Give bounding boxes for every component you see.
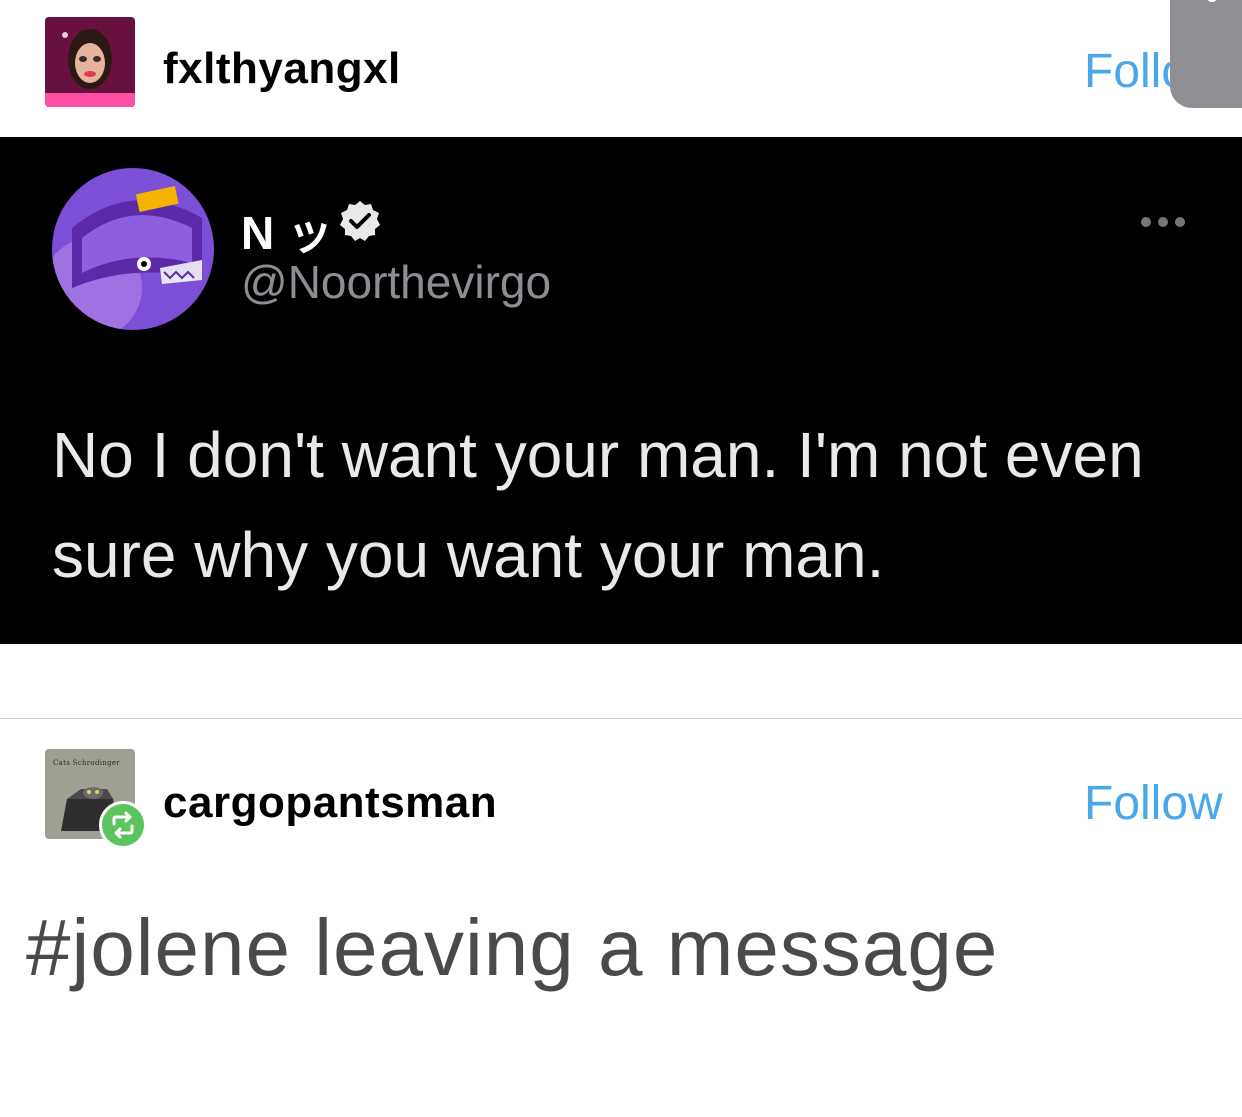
- tweet-image: N ッ @Noorthevirgo No I don't want your m…: [0, 137, 1242, 644]
- overlay-tab[interactable]: [1170, 0, 1242, 108]
- tweet-display-name: N ッ: [241, 207, 333, 259]
- post-username[interactable]: cargopantsman: [163, 778, 497, 828]
- post-header-2: Cats Schrodinger cargopantsman Follow: [0, 732, 1242, 869]
- avatar-caption: Cats Schrodinger: [53, 759, 120, 767]
- more-options-icon: [1141, 217, 1185, 227]
- post-header-1: fxlthyangxl Follo: [0, 0, 1242, 137]
- tweet-avatar: [52, 168, 214, 330]
- user-avatar[interactable]: [45, 17, 135, 107]
- verified-badge-icon: [340, 201, 380, 241]
- overlay-dot-icon: [1206, 0, 1218, 2]
- tweet-handle: @Noorthevirgo: [241, 256, 552, 308]
- post-tags[interactable]: #jolene leaving a message: [26, 902, 998, 994]
- tweet-text: No I don't want your man. I'm not even s…: [52, 419, 1144, 591]
- post-username[interactable]: fxlthyangxl: [163, 44, 401, 94]
- follow-button[interactable]: Follow: [1084, 776, 1223, 831]
- post-divider: [0, 718, 1242, 719]
- reblog-icon: [99, 801, 147, 849]
